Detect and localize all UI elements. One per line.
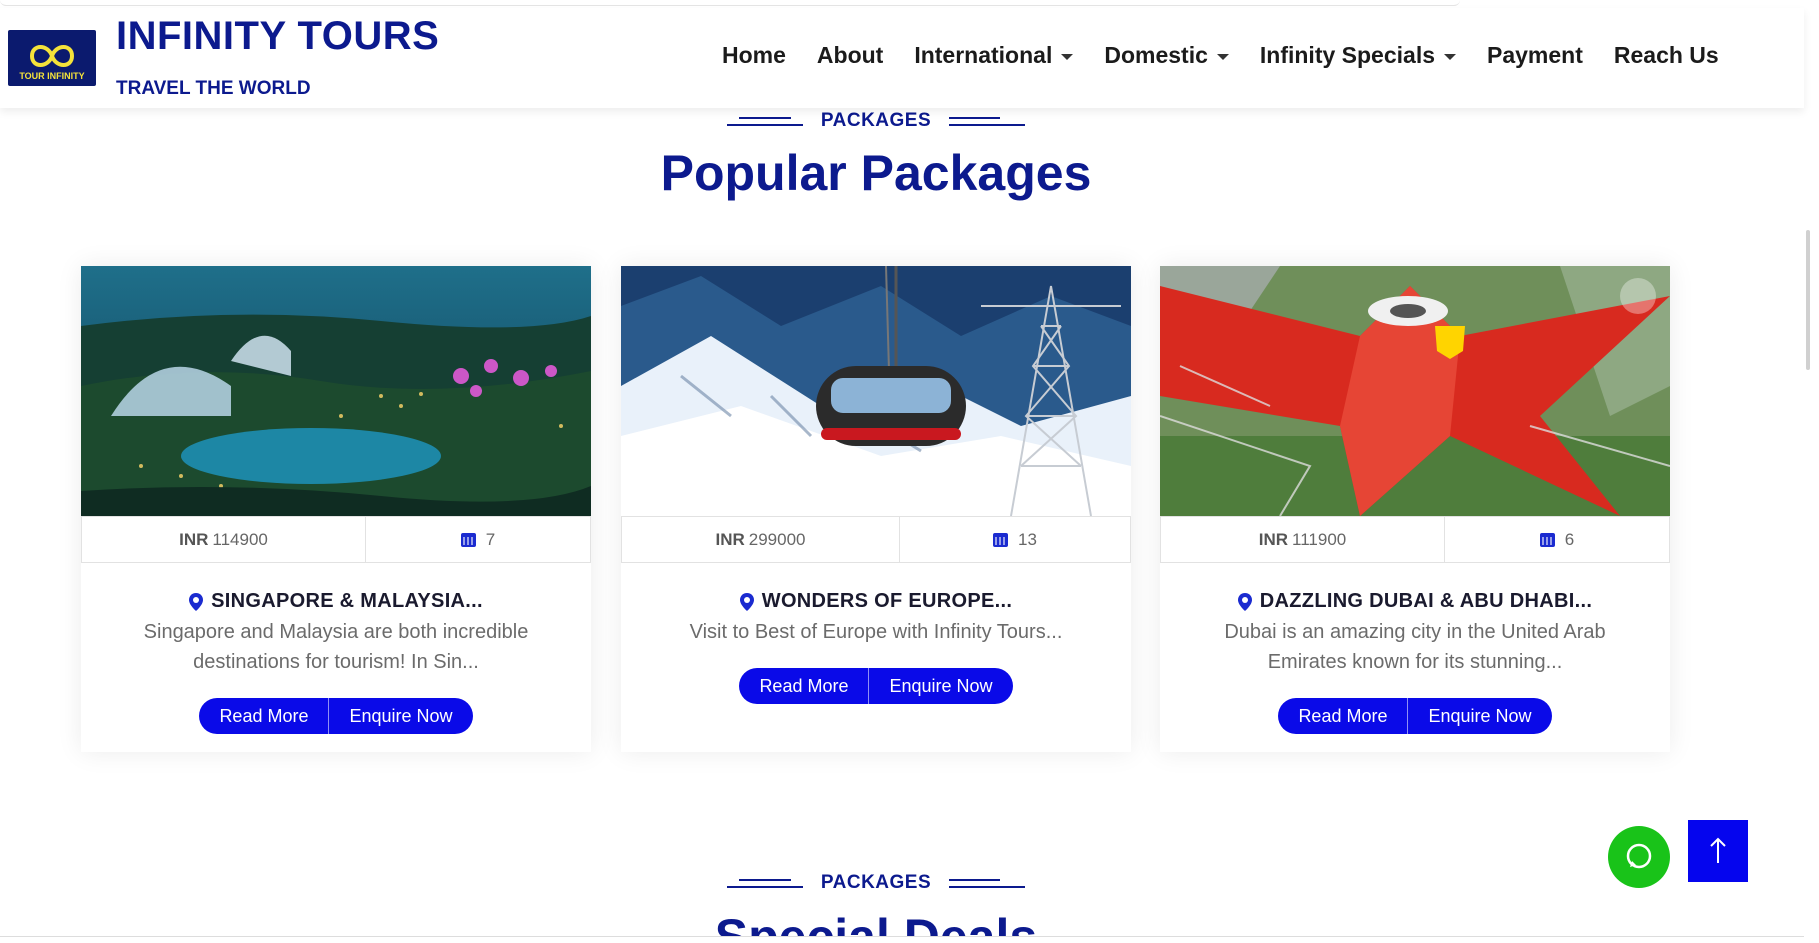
infinity-logo-icon: TOUR INFINITY (19, 45, 85, 81)
package-card: INR 299000 13 WONDERS OF EUROPE... Visit … (621, 266, 1131, 752)
divider (0, 936, 1804, 937)
decorative-line (726, 116, 803, 126)
package-meta: INR 114900 7 (81, 516, 591, 563)
chevron-down-icon (1061, 54, 1074, 60)
section-tag-label: PACKAGES (820, 872, 932, 893)
location-pin-icon (189, 592, 204, 611)
package-card: INR 114900 7 SINGAPORE & MALAYSIA... Sing… (81, 266, 591, 752)
package-title[interactable]: DAZZLING DUBAI & ABU DHABI... (1160, 590, 1670, 613)
location-pin-icon (1237, 592, 1252, 611)
nav-home[interactable]: Home (722, 42, 786, 69)
days-value: 13 (1018, 529, 1037, 549)
section-title-special: Special Deals (0, 908, 1752, 936)
section-tag-special: PACKAGES (0, 872, 1752, 894)
currency-label: INR (179, 529, 209, 549)
nav-payment[interactable]: Payment (1487, 42, 1583, 69)
lens-icon[interactable] (1620, 278, 1656, 314)
svg-text:TOUR INFINITY: TOUR INFINITY (19, 71, 84, 81)
package-description: Visit to Best of Europe with Infinity To… (689, 621, 1063, 643)
package-title[interactable]: WONDERS OF EUROPE... (621, 590, 1131, 613)
logo[interactable]: TOUR INFINITY (8, 30, 96, 86)
browser-top-edge (0, 0, 1460, 6)
package-title[interactable]: SINGAPORE & MALAYSIA... (81, 590, 591, 613)
package-photo-dubai[interactable] (1160, 266, 1670, 516)
package-meta: INR 111900 6 (1160, 516, 1670, 563)
enquire-now-button[interactable]: Enquire Now (1408, 698, 1552, 734)
nav-reach-label: Reach Us (1613, 42, 1719, 68)
package-title-text: WONDERS OF EUROPE... (761, 590, 1013, 612)
calendar-icon (460, 532, 476, 547)
price-value: 299000 (748, 529, 806, 549)
brand-tagline: TRAVEL THE WORLD (116, 78, 311, 99)
nav-domestic-label: Domestic (1104, 42, 1208, 68)
main-nav: Home About International Domestic Infini… (722, 42, 1719, 69)
chevron-down-icon (1216, 54, 1229, 60)
read-more-button[interactable]: Read More (199, 698, 330, 734)
package-duration: 7 (366, 517, 590, 562)
days-value: 7 (485, 529, 496, 549)
nav-home-label: Home (722, 42, 786, 68)
nav-infinity-specials[interactable]: Infinity Specials (1260, 42, 1456, 69)
nav-domestic[interactable]: Domestic (1104, 42, 1229, 69)
navbar: TOUR INFINITY INFINITY TOURS TRAVEL THE … (0, 8, 1804, 108)
package-title-text: SINGAPORE & MALAYSIA... (211, 590, 483, 612)
calendar-icon (1539, 532, 1555, 547)
price-value: 114900 (212, 529, 268, 549)
whatsapp-icon (1626, 843, 1652, 869)
scrollbar-thumb[interactable] (1806, 230, 1810, 370)
package-meta: INR 299000 13 (621, 516, 1131, 563)
currency-label: INR (715, 529, 745, 549)
package-duration: 6 (1445, 517, 1669, 562)
nav-specials-label: Infinity Specials (1259, 42, 1435, 68)
currency-label: INR (1258, 529, 1289, 549)
package-duration: 13 (900, 517, 1130, 562)
nav-about[interactable]: About (817, 42, 883, 69)
nav-international-label: International (914, 42, 1053, 68)
enquire-now-button[interactable]: Enquire Now (869, 668, 1013, 704)
package-price: INR 114900 (82, 517, 366, 562)
package-price: INR 111900 (1161, 517, 1445, 562)
read-more-button[interactable]: Read More (739, 668, 870, 704)
chevron-down-icon (1444, 54, 1456, 60)
scroll-to-top-button[interactable] (1688, 820, 1748, 882)
nav-about-label: About (816, 42, 884, 68)
package-description: Dubai is an amazing city in the United A… (1224, 621, 1606, 673)
nav-reach-us[interactable]: Reach Us (1614, 42, 1719, 69)
package-title-text: DAZZLING DUBAI & ABU DHABI... (1259, 590, 1593, 612)
alps-cable-car-photo (621, 266, 1131, 516)
package-description: Singapore and Malaysia are both incredib… (143, 621, 529, 673)
section-title-popular: Popular Packages (660, 145, 1092, 201)
singapore-skyline-photo (81, 266, 591, 516)
scrollbar[interactable] (1804, 0, 1819, 943)
package-card: INR 111900 6 DAZZLING DUBAI & ABU DHABI..… (1160, 266, 1670, 752)
package-actions: Read More Enquire Now (1160, 698, 1670, 734)
special-title-clip: Special Deals (0, 900, 1752, 936)
ferrari-world-photo (1160, 266, 1670, 516)
whatsapp-button[interactable] (1608, 826, 1670, 888)
days-value: 6 (1564, 529, 1575, 549)
package-photo-europe[interactable] (621, 266, 1131, 516)
nav-payment-label: Payment (1487, 42, 1583, 68)
location-pin-icon (739, 592, 754, 611)
decorative-line (949, 878, 1026, 888)
nav-international[interactable]: International (914, 42, 1074, 69)
calendar-icon (993, 532, 1009, 547)
package-price: INR 299000 (622, 517, 900, 562)
decorative-line (949, 116, 1026, 126)
brand-title[interactable]: INFINITY TOURS (116, 14, 439, 59)
package-photo-singapore[interactable] (81, 266, 591, 516)
price-value: 111900 (1292, 529, 1347, 549)
section-tag-label: PACKAGES (820, 110, 932, 131)
read-more-button[interactable]: Read More (1278, 698, 1409, 734)
enquire-now-button[interactable]: Enquire Now (329, 698, 473, 734)
arrow-up-icon (1710, 837, 1726, 863)
section-tag-popular: PACKAGES (0, 110, 1752, 132)
package-actions: Read More Enquire Now (621, 668, 1131, 704)
decorative-line (726, 878, 803, 888)
package-actions: Read More Enquire Now (81, 698, 591, 734)
